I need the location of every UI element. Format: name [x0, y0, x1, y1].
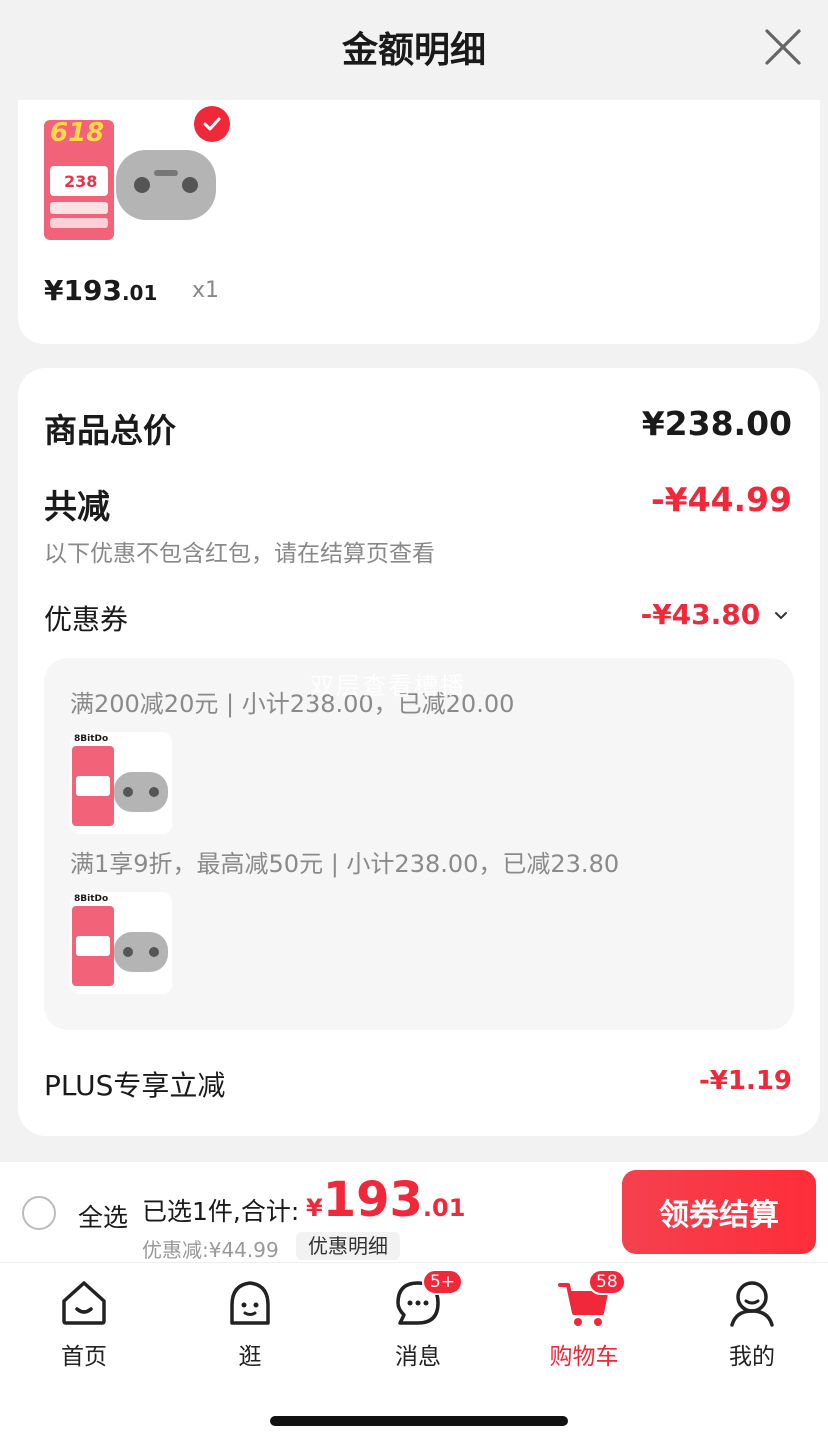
brand-label: 8BitDo [74, 734, 109, 744]
product-card: 618 238 ¥193.01 x1 [18, 100, 820, 344]
price-summary-card: 商品总价 ¥238.00 共减 -¥44.99 以下优惠不包含红包，请在结算页查… [18, 368, 820, 1136]
coupon-label: 优惠券 [44, 603, 129, 636]
coupon-product-thumb-2: 8BitDo [70, 892, 172, 994]
close-icon [765, 29, 801, 65]
selected-check-icon[interactable] [194, 106, 230, 142]
checkout-button[interactable]: 领券结算 [622, 1170, 816, 1254]
home-icon [58, 1277, 110, 1329]
coupon-product-thumb-1: 8BitDo [70, 732, 172, 834]
currency-symbol: ¥ [306, 1194, 323, 1222]
brand-label: 8BitDo [74, 894, 109, 904]
tab-profile[interactable]: 我的 [692, 1277, 812, 1371]
select-all-label[interactable]: 全选 [78, 1198, 128, 1234]
total-reduce-label: 共减 [44, 487, 110, 526]
plus-discount-label: PLUS专享立减 [44, 1069, 226, 1102]
browse-icon [224, 1277, 276, 1329]
tab-label: 购物车 [549, 1344, 619, 1370]
product-price: ¥193.01 [44, 274, 157, 307]
select-all-checkbox[interactable] [22, 1196, 56, 1230]
tab-home[interactable]: 首页 [24, 1277, 144, 1371]
discount-note: 以下优惠不包含红包，请在结算页查看 [44, 541, 435, 567]
chevron-down-icon [775, 612, 787, 620]
checkout-bar: 全选 已选1件,合计: ¥193.01 优惠减:¥44.99 优惠明细 领券结算 [0, 1162, 828, 1262]
cart-icon: 58 [558, 1269, 626, 1329]
close-button[interactable] [762, 26, 804, 68]
plus-discount-value: -¥1.19 [698, 1066, 792, 1096]
selected-count-text: 已选1件,合计: [142, 1197, 300, 1226]
discount-detail-button[interactable]: 优惠明细 [296, 1232, 400, 1260]
coupon-detail-box: 满200减20元 | 小计238.00，已减20.00 8BitDo 满1享9折… [44, 658, 794, 1030]
sheet-header: 金额明细 [0, 0, 828, 100]
cart-badge: 58 [588, 1269, 626, 1295]
tab-messages[interactable]: 5+ 消息 [358, 1269, 478, 1371]
product-price-dec: .01 [121, 281, 158, 305]
tab-label: 首页 [61, 1344, 107, 1370]
checkout-total-price: ¥193.01 [306, 1172, 465, 1228]
promo-price-text: 238 [64, 172, 98, 191]
discount-amount-note: 优惠减:¥44.99 [142, 1238, 279, 1262]
coupon-rule-2: 满1享9折，最高减50元 | 小计238.00，已减23.80 [70, 850, 620, 878]
tab-label: 我的 [729, 1344, 775, 1370]
message-icon: 5+ [392, 1269, 464, 1329]
tab-cart[interactable]: 58 购物车 [524, 1269, 644, 1371]
total-reduce-value: -¥44.99 [650, 480, 792, 519]
tab-label: 消息 [395, 1344, 441, 1370]
promo-banner-text: 618 [50, 118, 105, 148]
tab-label: 逛 [238, 1344, 262, 1370]
product-thumbnail[interactable]: 618 238 [42, 106, 230, 240]
total-price-label: 商品总价 [44, 411, 176, 450]
watermark-text: 双层查看槽播 [310, 672, 466, 700]
price-decimal: .01 [422, 1194, 466, 1222]
price-integer: 193 [322, 1172, 423, 1228]
page-title: 金额明细 [341, 30, 486, 71]
message-badge: 5+ [422, 1269, 464, 1295]
product-quantity: x1 [192, 278, 220, 303]
profile-icon [726, 1277, 778, 1329]
product-price-int: ¥193 [44, 274, 122, 307]
total-price-value: ¥238.00 [641, 404, 792, 443]
coupon-toggle[interactable]: -¥43.80 [641, 598, 790, 631]
tab-browse[interactable]: 逛 [190, 1277, 310, 1371]
coupon-value: -¥43.80 [640, 598, 761, 631]
home-indicator [270, 1416, 568, 1426]
